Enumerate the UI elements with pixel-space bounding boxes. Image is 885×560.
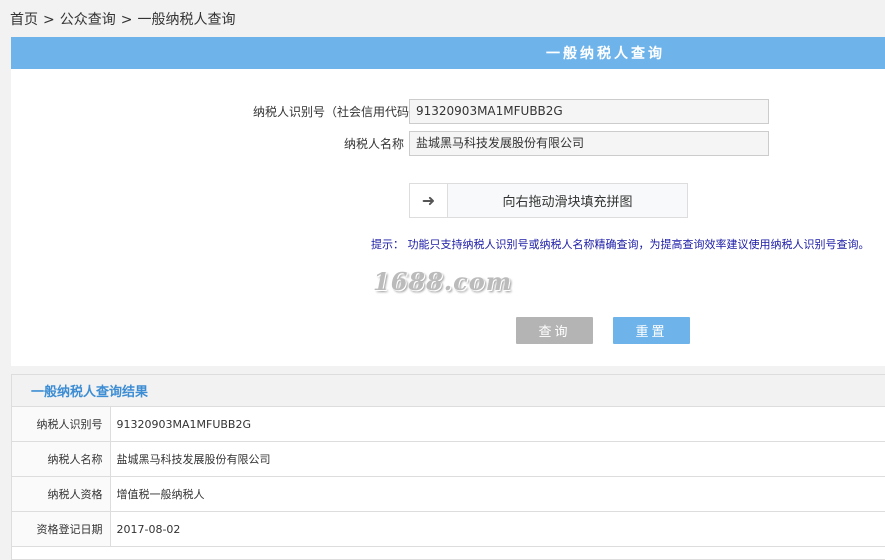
table-row: 纳税人识别号 91320903MA1MFUBB2G bbox=[12, 407, 885, 442]
tax-id-row: 纳税人识别号（社会信用代码） 91320903MA1MFUBB2G bbox=[253, 99, 769, 124]
breadcrumb-current: 一般纳税人查询 bbox=[137, 12, 236, 28]
table-row: 资格登记日期 2017-08-02 bbox=[12, 511, 885, 547]
result-value: 2017-08-02 bbox=[110, 511, 885, 547]
tax-id-input[interactable]: 91320903MA1MFUBB2G bbox=[409, 99, 769, 124]
result-value: 91320903MA1MFUBB2G bbox=[110, 407, 885, 442]
reset-button[interactable]: 重置 bbox=[613, 317, 690, 344]
table-row: 纳税人资格 增值税一般纳税人 bbox=[12, 476, 885, 512]
breadcrumb-separator: > bbox=[120, 12, 133, 28]
result-label: 资格登记日期 bbox=[12, 511, 111, 547]
breadcrumb: 首页 > 公众查询 > 一般纳税人查询 bbox=[10, 9, 235, 29]
taxpayer-name-row: 纳税人名称 盐城黑马科技发展股份有限公司 bbox=[253, 131, 769, 156]
tax-id-label: 纳税人识别号（社会信用代码） bbox=[253, 105, 422, 119]
arrow-right-icon[interactable]: ➜ bbox=[410, 184, 448, 217]
query-button[interactable]: 查询 bbox=[516, 317, 593, 344]
panel-title: 一般纳税人查询 bbox=[11, 37, 885, 69]
breadcrumb-separator: > bbox=[43, 12, 55, 28]
slider-captcha-text: 向右拖动滑块填充拼图 bbox=[502, 195, 633, 210]
breadcrumb-public-query-link[interactable]: 公众查询 bbox=[60, 12, 116, 28]
taxpayer-name-input[interactable]: 盐城黑马科技发展股份有限公司 bbox=[409, 131, 769, 156]
query-panel: 一般纳税人查询 纳税人识别号（社会信用代码） 91320903MA1MFUBB2… bbox=[11, 37, 885, 366]
result-label: 纳税人识别号 bbox=[12, 407, 111, 442]
result-value: 增值税一般纳税人 bbox=[110, 476, 885, 512]
result-value: 盐城黑马科技发展股份有限公司 bbox=[110, 441, 885, 477]
hint-text: 提示： 功能只支持纳税人识别号或纳税人名称精确查询，为提高查询效率建议使用纳税人… bbox=[371, 238, 870, 251]
result-panel: 一般纳税人查询结果 纳税人识别号 91320903MA1MFUBB2G 纳税人名… bbox=[11, 374, 885, 560]
taxpayer-name-label: 纳税人名称 bbox=[343, 137, 404, 151]
table-row: 纳税人名称 盐城黑马科技发展股份有限公司 bbox=[12, 441, 885, 477]
result-label: 纳税人资格 bbox=[12, 476, 111, 512]
result-label: 纳税人名称 bbox=[12, 441, 111, 477]
result-table: 纳税人识别号 91320903MA1MFUBB2G 纳税人名称 盐城黑马科技发展… bbox=[12, 407, 885, 547]
slider-captcha[interactable]: ➜ 向右拖动滑块填充拼图 bbox=[409, 183, 688, 218]
watermark: 1688.com bbox=[373, 267, 513, 296]
breadcrumb-home-link[interactable]: 首页 bbox=[10, 12, 38, 28]
result-title: 一般纳税人查询结果 bbox=[12, 375, 885, 407]
